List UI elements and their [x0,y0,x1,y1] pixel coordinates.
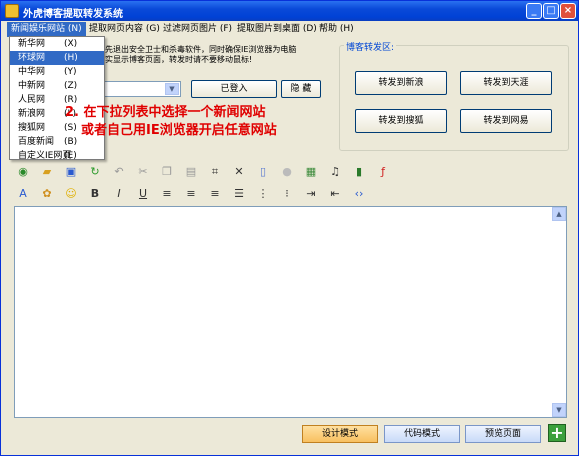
hide-button[interactable]: 隐 藏 [281,80,321,98]
video-icon[interactable]: ▮ [351,164,367,180]
title-bar[interactable]: 外虎博客提取转发系统 _ □ × [1,1,578,21]
menu-news-sites[interactable]: 新闻娱乐网站 (N) [7,22,86,37]
image-icon[interactable]: ● [279,164,295,180]
ordered-list-icon[interactable]: ⋮ [255,186,271,202]
music-icon[interactable]: ♫ [327,164,343,180]
chevron-down-icon[interactable]: ▼ [165,83,179,95]
justify-icon[interactable]: ☰ [231,186,247,202]
menu-help[interactable]: 帮助 (H) [315,22,358,37]
forward-group-label: 博客转发区: [344,40,397,53]
preview-page-button[interactable]: 预览页面 [465,425,541,443]
font-icon[interactable]: A [15,186,31,202]
hint-line-2: 或者自己用IE浏览器开启任意网站 [81,123,277,138]
forward-tianya-button[interactable]: 转发到天涯 [460,71,552,95]
logged-in-button[interactable]: 已登入 [191,80,277,98]
refresh-icon[interactable]: ↻ [87,164,103,180]
save-icon[interactable]: ▣ [63,164,79,180]
close-button[interactable]: × [560,3,576,19]
undo-icon[interactable]: ↶ [111,164,127,180]
menu-filter-images[interactable]: 过滤网页图片 (F) [159,22,236,37]
table-icon[interactable]: ▦ [303,164,319,180]
add-icon[interactable]: + [548,424,566,442]
news-sites-dropdown: 新华网 (X) 环球网 (H) 中华网 (Y) 中新网 (Z) 人民网 (R) 新浪网 (L… [9,36,105,163]
minimize-button[interactable]: _ [526,3,542,19]
unordered-list-icon[interactable]: ⁝ [279,186,295,202]
app-icon [5,4,19,18]
menu-item-zhongxin[interactable]: 中新网 (Z) [10,79,104,93]
find-icon[interactable]: ▯ [255,164,271,180]
delete-icon[interactable]: ✕ [231,164,247,180]
indent-icon[interactable]: ⇥ [303,186,319,202]
scroll-up-button[interactable]: ▲ [552,207,566,221]
italic-icon[interactable]: I [111,186,127,202]
color-icon[interactable]: ✿ [39,186,55,202]
paste-icon[interactable]: ▤ [183,164,199,180]
design-mode-button[interactable]: 设计模式 [302,425,378,443]
select-all-icon[interactable]: ⌗ [207,164,223,180]
underline-icon[interactable]: U [135,186,151,202]
flash-icon[interactable]: ƒ [375,164,391,180]
folder-icon[interactable]: ▰ [39,164,55,180]
app-window: 外虎博客提取转发系统 _ □ × 新闻娱乐网站 (N) 提取网页内容 (G) 过… [0,0,579,456]
align-left-icon[interactable]: ≡ [159,186,175,202]
menu-item-custom-ie[interactable]: 自定义IE网页 (E) [10,149,104,163]
align-center-icon[interactable]: ≡ [183,186,199,202]
bold-icon[interactable]: B [87,186,103,202]
editor-area[interactable]: ▲ ▼ [14,206,567,418]
window-title: 外虎博客提取转发系统 [23,9,123,20]
scroll-down-button[interactable]: ▼ [552,403,566,417]
hint-line-1: 2. 在下拉列表中选择一个新闻网站 [65,105,266,120]
source-icon[interactable]: ‹› [351,186,367,202]
forward-sina-button[interactable]: 转发到新浪 [355,71,447,95]
copy-icon[interactable]: ❐ [159,164,175,180]
forward-netease-button[interactable]: 转发到网易 [460,109,552,133]
align-right-icon[interactable]: ≡ [207,186,223,202]
code-mode-button[interactable]: 代码模式 [384,425,460,443]
notice-text: 改先退出安全卫士和杀毒软件，同时确保IE浏览器为电脑 确实显示博客页面，转发时请… [97,45,297,64]
menu-item-xinhua[interactable]: 新华网 (X) [10,37,104,51]
emoticon-icon[interactable]: ☺ [63,186,79,202]
forward-group [339,45,569,151]
forward-sohu-button[interactable]: 转发到搜狐 [355,109,447,133]
globe-icon[interactable]: ◉ [15,164,31,180]
menu-item-huanqiu[interactable]: 环球网 (H) [10,51,104,65]
menu-extract-images-desktop[interactable]: 提取图片到桌面 (D) [233,22,321,37]
outdent-icon[interactable]: ⇤ [327,186,343,202]
cut-icon[interactable]: ✂ [135,164,151,180]
menu-item-zhonghua[interactable]: 中华网 (Y) [10,65,104,79]
maximize-button[interactable]: □ [543,3,559,19]
menu-extract-content[interactable]: 提取网页内容 (G) [85,22,164,37]
